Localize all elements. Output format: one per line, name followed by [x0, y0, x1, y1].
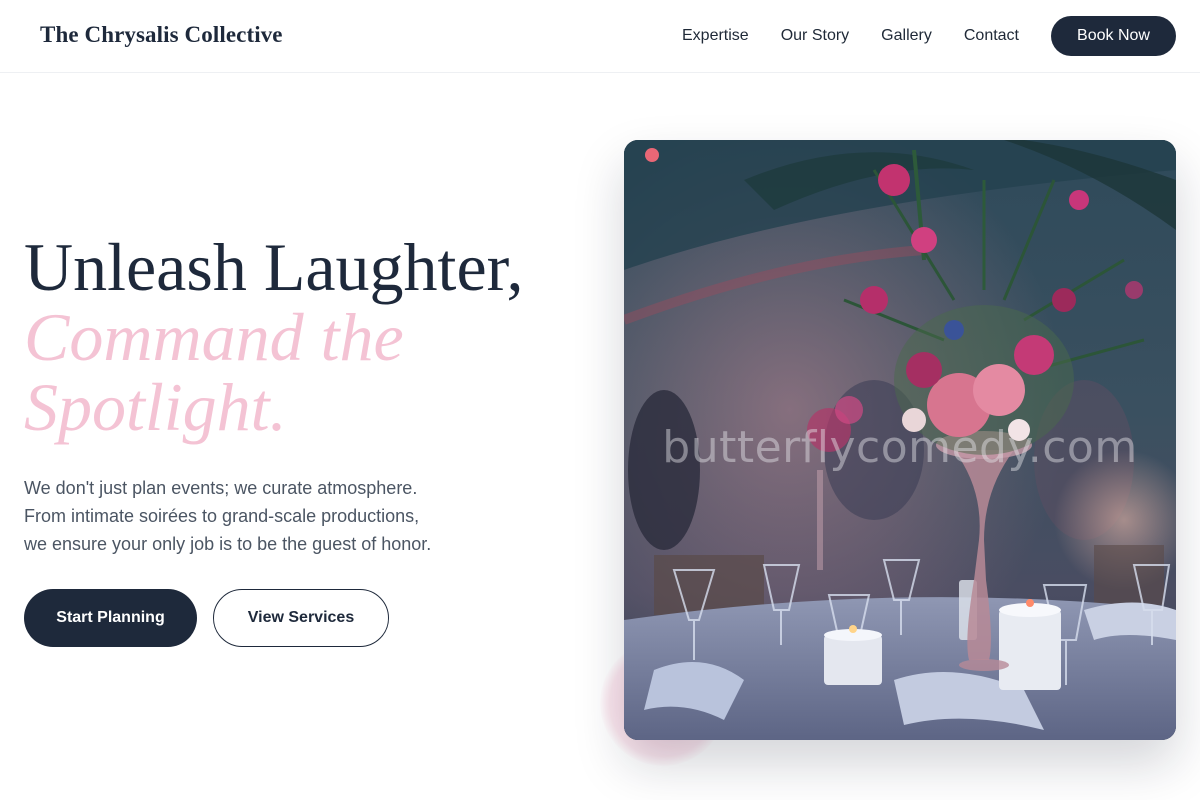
event-table-photo: butterflycomedy.com — [624, 140, 1176, 740]
hero-title-line: Unleash Laughter, — [24, 229, 524, 305]
hero-title-accent-line: Spotlight. — [24, 369, 287, 445]
nav-link-our-story[interactable]: Our Story — [781, 27, 849, 45]
image-watermark: butterflycomedy.com — [662, 422, 1138, 473]
brand-logo-text[interactable]: The Chrysalis Collective — [40, 22, 283, 48]
hero-description-line: we ensure your only job is to be the gue… — [24, 534, 432, 554]
nav-links: Expertise Our Story Gallery Contact Book… — [682, 0, 1176, 72]
hero-description-line: We don't just plan events; we curate atm… — [24, 478, 418, 498]
hero-buttons: Start Planning View Services — [24, 589, 389, 647]
hero-title-accent-line: Command the — [24, 299, 404, 375]
top-navigation: The Chrysalis Collective Expertise Our S… — [0, 0, 1200, 73]
book-now-button[interactable]: Book Now — [1051, 16, 1176, 56]
view-services-button[interactable]: View Services — [213, 589, 389, 647]
start-planning-button[interactable]: Start Planning — [24, 589, 197, 647]
hero-description: We don't just plan events; we curate atm… — [24, 474, 494, 558]
nav-link-contact[interactable]: Contact — [964, 27, 1019, 45]
hero-title: Unleash Laughter, Command the Spotlight. — [24, 232, 524, 442]
nav-link-expertise[interactable]: Expertise — [682, 27, 749, 45]
nav-link-gallery[interactable]: Gallery — [881, 27, 932, 45]
hero-description-line: From intimate soirées to grand-scale pro… — [24, 506, 420, 526]
